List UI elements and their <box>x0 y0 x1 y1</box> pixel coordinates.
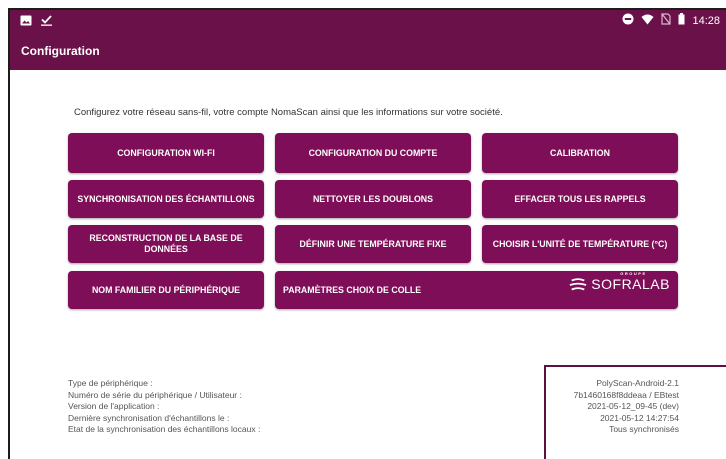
sofralab-logo-icon <box>569 278 587 291</box>
clock-time: 14:28 <box>692 14 720 27</box>
wifi-config-label: CONFIGURATION WI-FI <box>117 147 215 158</box>
clean-duplicates-label: NETTOYER LES DOUBLONS <box>312 193 434 204</box>
calibration-button[interactable]: CALIBRATION <box>482 133 678 173</box>
sync-state-label: Etat de la synchronisation des échantill… <box>68 424 261 435</box>
device-type-label: Type de périphérique : <box>68 378 153 388</box>
status-bar: 14:28 <box>10 10 726 32</box>
info-highlight-box <box>544 365 726 459</box>
rebuild-database-label: RECONSTRUCTION DE LA BASE DE DONNÉES <box>89 233 243 254</box>
last-sync-label: Dernière synchronisation d'échantillons … <box>68 412 230 423</box>
image-icon <box>20 13 32 31</box>
no-sim-icon <box>661 13 672 28</box>
app-window: 14:28 Configuration Configurez votre rés… <box>8 8 726 459</box>
rebuild-database-button[interactable]: RECONSTRUCTION DE LA BASE DE DONNÉES <box>68 225 264 263</box>
check-icon <box>40 13 53 31</box>
serial-user-label: Numéro de série du périphérique / Utilis… <box>68 389 242 400</box>
glue-settings-label: PARAMÈTRES CHOIX DE COLLE <box>283 284 422 295</box>
device-name-label: NOM FAMILIER DU PÉRIPHÉRIQUE <box>91 284 241 295</box>
clear-reminders-button[interactable]: EFFACER TOUS LES RAPPELS <box>482 180 678 218</box>
dnd-icon <box>622 13 634 28</box>
sofralab-logo: GROUPE SOFRALAB <box>569 271 670 294</box>
sync-samples-button[interactable]: SYNCHRONISATION DES ÉCHANTILLONS <box>68 180 264 218</box>
calibration-label: CALIBRATION <box>550 147 610 158</box>
glue-settings-button[interactable]: PARAMÈTRES CHOIX DE COLLE GROUPE SOFRALA… <box>275 271 678 309</box>
logo-name-text: SOFRALAB <box>591 276 670 292</box>
account-config-button[interactable]: CONFIGURATION DU COMPTE <box>275 133 471 173</box>
wifi-config-button[interactable]: CONFIGURATION WI-FI <box>68 133 264 173</box>
wifi-icon <box>641 14 654 28</box>
device-info-labels: Type de périphérique : Numéro de série d… <box>68 378 260 436</box>
temperature-unit-button[interactable]: CHOISIR L'UNITÉ DE TEMPÉRATURE (°C) <box>482 225 678 263</box>
device-name-button[interactable]: NOM FAMILIER DU PÉRIPHÉRIQUE <box>68 271 264 309</box>
app-bar: Configuration <box>10 32 726 70</box>
clear-reminders-label: EFFACER TOUS LES RAPPELS <box>514 193 646 204</box>
fixed-temperature-label: DÉFINIR UNE TEMPÉRATURE FIXE <box>299 238 447 249</box>
clean-duplicates-button[interactable]: NETTOYER LES DOUBLONS <box>275 180 471 218</box>
temperature-unit-label: CHOISIR L'UNITÉ DE TEMPÉRATURE (°C) <box>492 238 668 249</box>
logo-group-text: GROUPE <box>620 271 647 276</box>
intro-text: Configurez votre réseau sans-fil, votre … <box>74 107 503 118</box>
battery-icon <box>678 13 685 28</box>
page-title: Configuration <box>21 44 100 58</box>
fixed-temperature-button[interactable]: DÉFINIR UNE TEMPÉRATURE FIXE <box>275 225 471 263</box>
sync-samples-label: SYNCHRONISATION DES ÉCHANTILLONS <box>77 193 255 204</box>
main-content: Configurez votre réseau sans-fil, votre … <box>10 70 726 459</box>
app-version-label: Version de l'application : <box>68 401 160 412</box>
account-config-label: CONFIGURATION DU COMPTE <box>308 147 438 158</box>
